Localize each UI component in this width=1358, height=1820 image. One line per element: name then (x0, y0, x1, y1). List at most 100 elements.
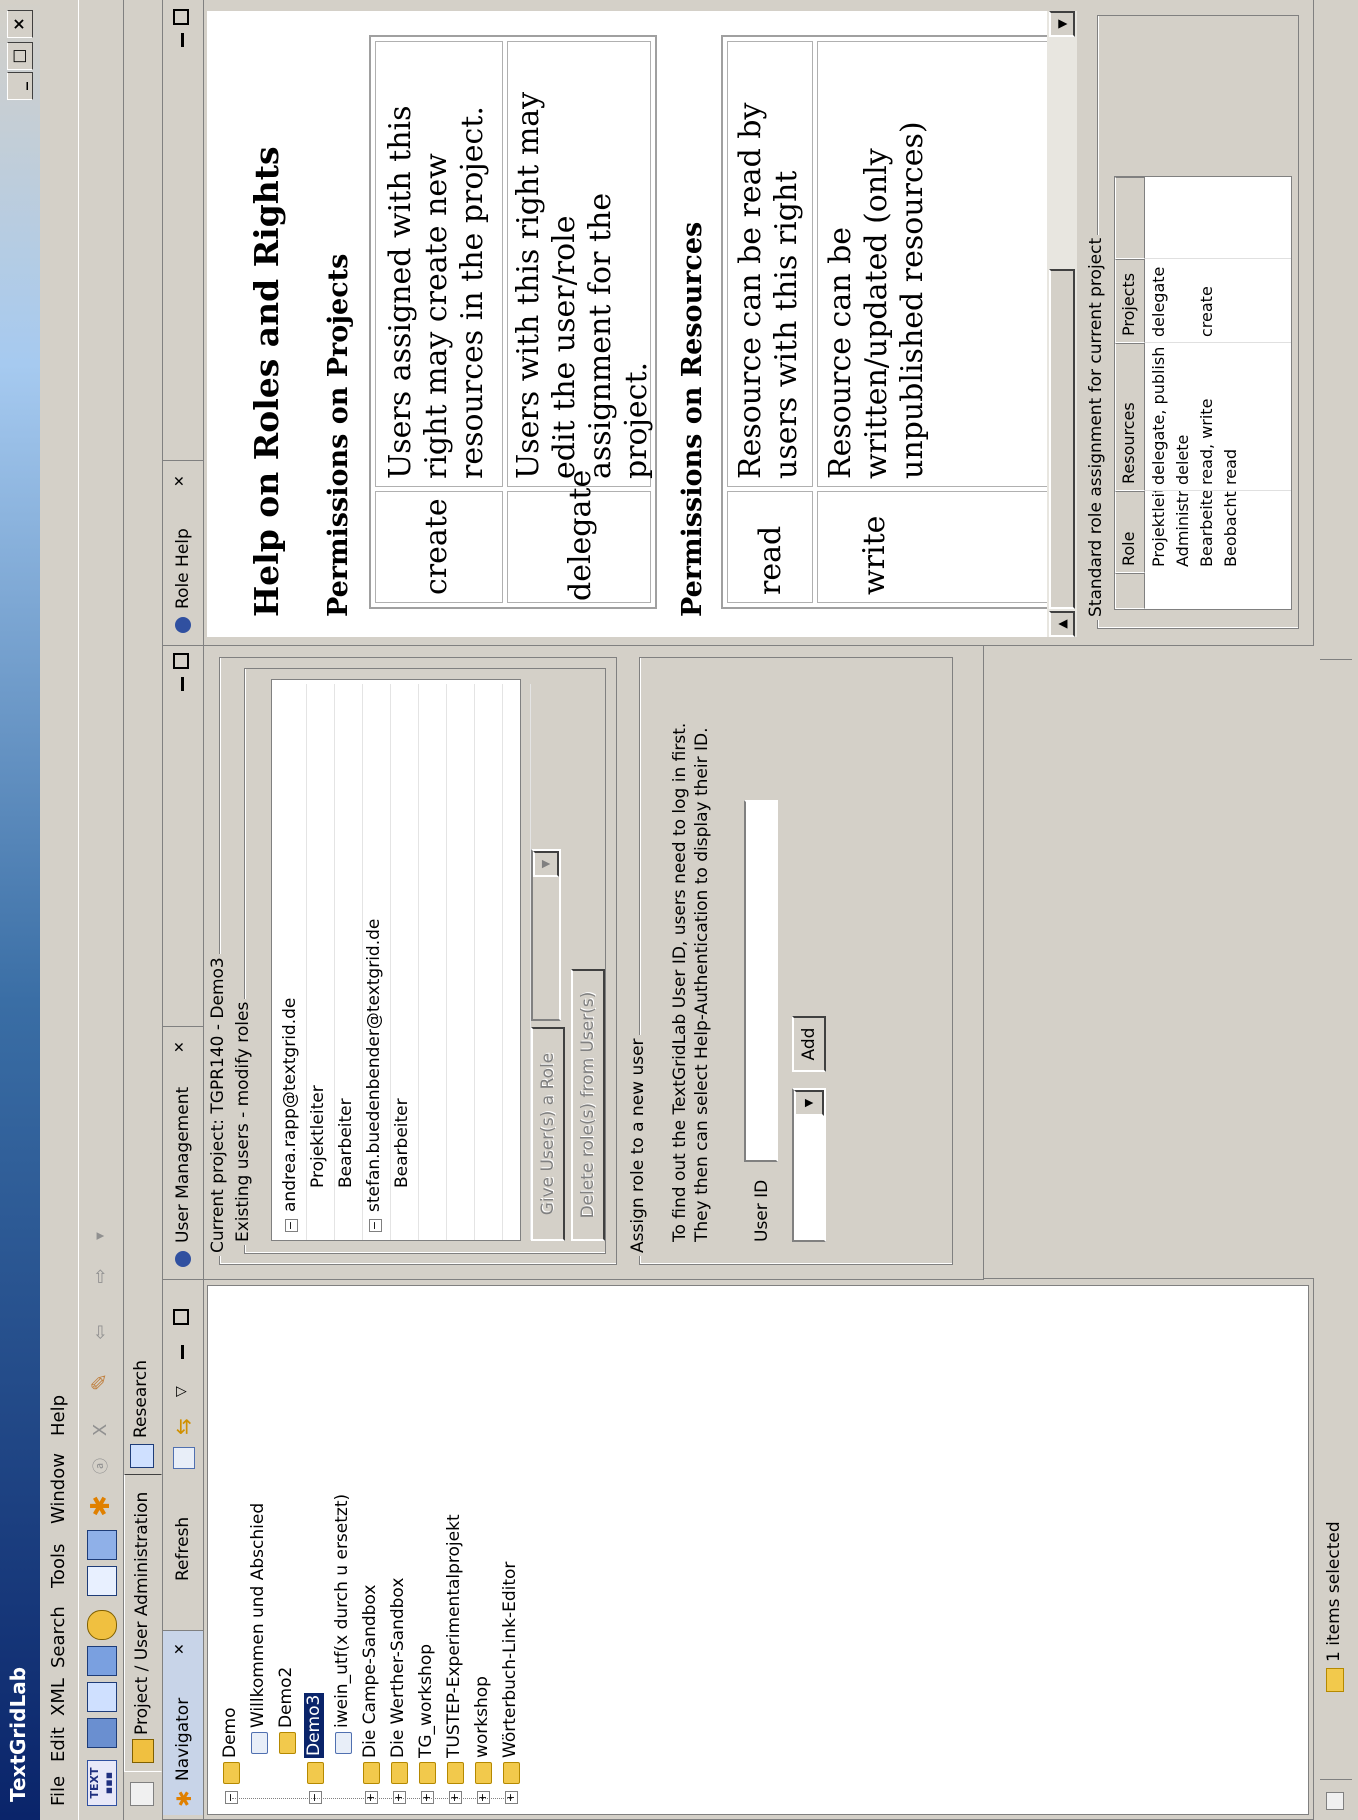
header-role[interactable]: Role (1115, 491, 1145, 573)
menu-edit[interactable]: Edit (48, 1727, 69, 1762)
collapse-all-icon[interactable] (173, 1447, 195, 1469)
status-bar: 1 items selected (1314, 0, 1358, 1820)
col-divider (1145, 258, 1291, 259)
tree-item[interactable]: Die Campe-Sandbox (360, 1585, 380, 1758)
close-tab-icon[interactable]: ✕ (172, 1643, 188, 1655)
perspective-user-admin[interactable]: Project / User Administration (124, 1474, 162, 1772)
view-menu-icon[interactable]: ▽ (173, 1386, 189, 1397)
document-icon[interactable] (87, 1566, 117, 1596)
minimize-view-icon[interactable] (181, 33, 184, 47)
role-item[interactable]: Bearbeiter (336, 1098, 356, 1188)
open-icon[interactable] (87, 1682, 117, 1712)
user-icon[interactable] (87, 1610, 117, 1640)
help-scrollbar[interactable]: ▲ ▼ (1047, 11, 1077, 637)
tree-item[interactable]: iwein_utf(x durch u ersetzt) (332, 1494, 352, 1728)
tree-item[interactable]: Demo2 (276, 1667, 296, 1728)
link-editor-icon[interactable]: ⇆ (171, 1418, 195, 1435)
header-projects[interactable]: Projects (1115, 259, 1145, 343)
tree-item[interactable]: Demo (220, 1707, 240, 1758)
folder-icon (419, 1762, 436, 1784)
tree-item[interactable]: workshop (472, 1676, 492, 1758)
grid-icon[interactable] (87, 1530, 117, 1560)
folder-icon (391, 1762, 408, 1784)
scroll-up-icon[interactable]: ▲ (1049, 611, 1075, 637)
row-projects: create (1197, 286, 1216, 337)
header-resources[interactable]: Resources (1115, 343, 1145, 491)
main-toolbar: TEXT ▪▪▪ ✱ ⓐ X ✎ ⇦ ⇨ ▼ (78, 0, 124, 1820)
document-icon (251, 1732, 268, 1754)
assign-role-legend: Assign role to a new user (628, 1035, 648, 1256)
scroll-down-icon[interactable]: ▼ (1049, 11, 1075, 37)
menu-xml[interactable]: XML (48, 1678, 69, 1716)
maximize-view-icon[interactable] (173, 9, 189, 25)
users-roles-tree[interactable]: − andrea.rapp@textgrid.de Projektleiter Bea… (271, 679, 531, 1241)
perm-cell (817, 491, 1047, 603)
research-icon (130, 1444, 154, 1468)
status-text: 1 items selected (1324, 1521, 1344, 1662)
close-button[interactable]: × (7, 10, 33, 38)
tree-item[interactable]: Die Werther-Sandbox (388, 1578, 408, 1758)
role-combo[interactable]: ▼ (531, 849, 561, 1021)
disabled-x-icon: X (90, 1423, 111, 1437)
tab-navigator[interactable]: ✱ Navigator ✕ (163, 1630, 203, 1815)
role-help-tabbar: Role Help ✕ (163, 0, 204, 645)
add-button[interactable]: Add (792, 1016, 826, 1072)
give-role-button[interactable]: Give User(s) a Role (531, 1027, 565, 1241)
collapse-icon[interactable]: − (368, 1219, 382, 1232)
scroll-thumb[interactable] (1049, 269, 1075, 609)
tree-item[interactable]: Willkommen und Abschied (248, 1503, 268, 1728)
close-tab-icon[interactable]: ✕ (172, 1041, 188, 1053)
role-item[interactable]: Bearbeiter (392, 1098, 412, 1188)
maximize-button[interactable]: □ (7, 42, 33, 70)
menu-file[interactable]: File (48, 1776, 69, 1806)
row-divider (418, 684, 419, 1240)
maximize-view-icon[interactable] (173, 1309, 189, 1325)
tree-item[interactable]: TG_workshop (416, 1644, 436, 1758)
close-tab-icon[interactable]: ✕ (172, 475, 188, 487)
existing-users-legend: Existing users - modify roles (233, 998, 253, 1245)
menu-search[interactable]: Search (48, 1606, 69, 1668)
user-item[interactable]: andrea.rapp@textgrid.de (280, 998, 300, 1212)
tab-role-help[interactable]: Role Help ✕ (163, 460, 203, 641)
menu-tools[interactable]: Tools (48, 1544, 69, 1588)
existing-users-group: Existing users - modify roles − andrea.ra… (233, 668, 606, 1254)
chevron-down-icon[interactable]: ▼ (794, 1090, 824, 1116)
user-item[interactable]: stefan.buedenbender@textgrid.de (364, 919, 384, 1212)
window-title: TextGridLab (6, 1666, 30, 1802)
row-divider (390, 684, 391, 1240)
star-icon[interactable]: ✱ (86, 1492, 116, 1520)
minimize-view-icon[interactable] (181, 1345, 184, 1359)
menu-window[interactable]: Window (48, 1453, 69, 1524)
back-icon: ⇦ (90, 1324, 111, 1340)
role-item[interactable]: Projektleiter (308, 1085, 328, 1188)
open-perspective-icon[interactable] (130, 1782, 154, 1806)
tree-item[interactable]: Demo3 (303, 1689, 325, 1762)
minimize-view-icon[interactable] (181, 677, 184, 691)
tab-user-management[interactable]: User Management ✕ (163, 1026, 203, 1275)
fast-view-icon[interactable] (1326, 1792, 1344, 1810)
menu-help[interactable]: Help (48, 1395, 69, 1436)
folder-icon (503, 1762, 520, 1784)
status-divider (1320, 659, 1352, 660)
metadata-icon[interactable] (87, 1646, 117, 1676)
tree-item[interactable]: TUSTEP-Experimentalprojekt (444, 1514, 464, 1758)
desc-line: right may create new (419, 153, 454, 479)
refresh-button[interactable]: Refresh (173, 1517, 193, 1581)
new-role-combo[interactable]: ▼ (792, 1088, 826, 1242)
delete-role-button[interactable]: Delete role(s) from User(s) (571, 969, 605, 1241)
pencil-icon[interactable]: ✎ (87, 1368, 115, 1396)
perspective-research[interactable]: Research (131, 1360, 151, 1438)
row-divider (474, 684, 475, 1240)
user-management-tabbar: User Management ✕ (163, 645, 204, 1279)
chevron-down-icon[interactable]: ▼ (533, 851, 559, 877)
perm-read-name: read (753, 525, 788, 595)
role-help-view: Role Help ✕ Help on Roles and Rights Per… (162, 0, 1314, 646)
tree-item[interactable]: Wörterbuch-Link-Editor (500, 1562, 520, 1758)
new-object-icon[interactable] (87, 1718, 117, 1748)
minimize-button[interactable]: _ (7, 72, 33, 100)
current-project-group: Current project: TGPR140 - Demo3 Existin… (208, 657, 617, 1265)
maximize-view-icon[interactable] (173, 653, 189, 669)
role-help-icon (175, 617, 191, 633)
user-id-field[interactable] (744, 800, 778, 1162)
collapse-icon[interactable]: − (284, 1219, 298, 1232)
